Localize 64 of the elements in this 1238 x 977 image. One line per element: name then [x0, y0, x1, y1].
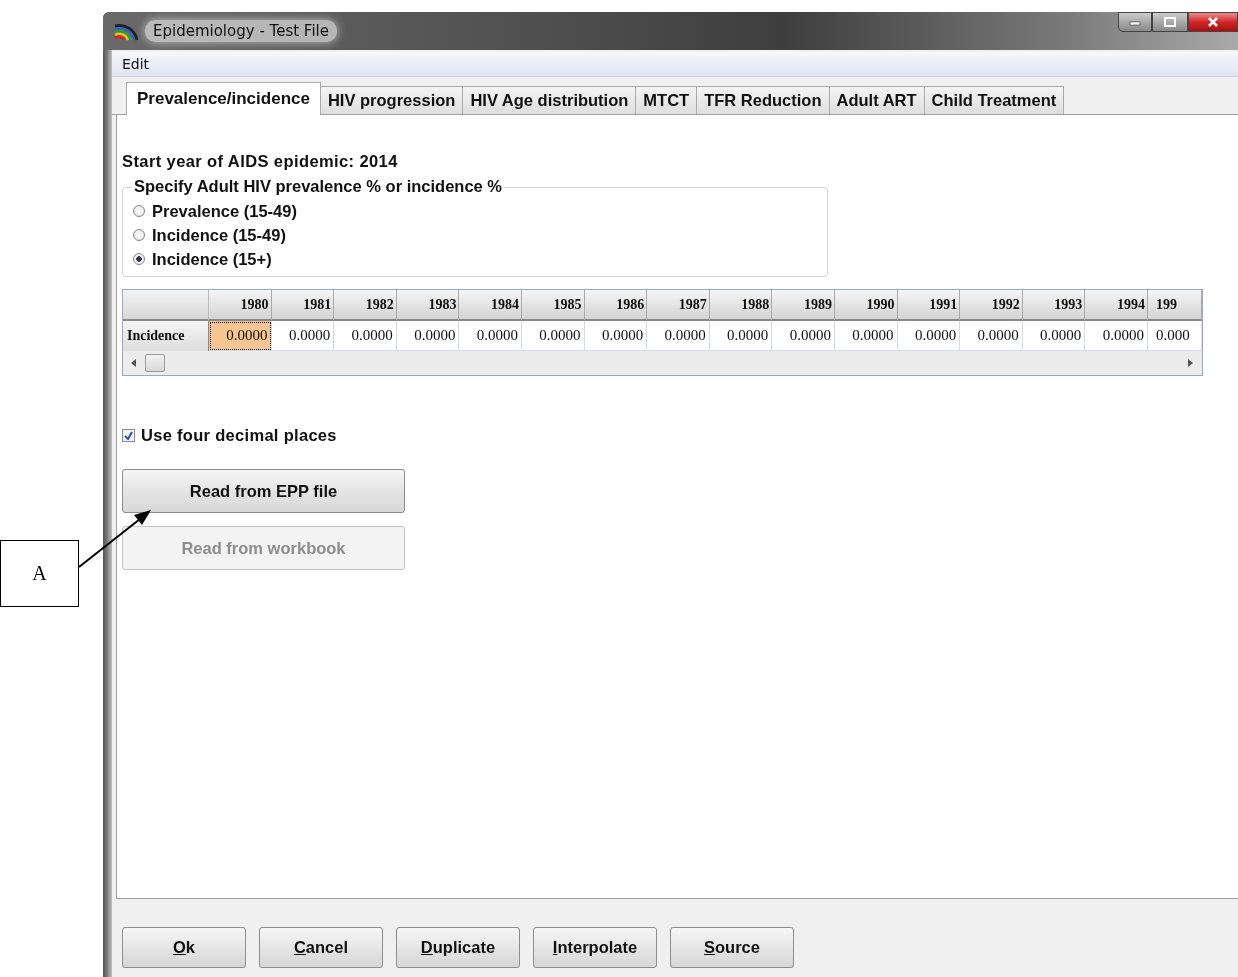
- maximize-button[interactable]: [1152, 12, 1188, 32]
- group-title: Specify Adult HIV prevalence % or incidence %: [132, 177, 504, 196]
- footer-button[interactable]: Ok: [122, 927, 246, 968]
- minimize-icon: [1129, 18, 1141, 26]
- column-header: 1980: [209, 290, 272, 321]
- action-button[interactable]: Read from EPP file: [122, 469, 405, 513]
- column-header: 1982: [334, 290, 397, 321]
- start-year-label: Start year of AIDS epidemic: 2014: [122, 152, 398, 171]
- footer-button[interactable]: Duplicate: [396, 927, 520, 968]
- table-cell[interactable]: 0.0000: [709, 321, 773, 351]
- footer-button[interactable]: Interpolate: [533, 927, 657, 968]
- table-cell[interactable]: 0.0000: [396, 321, 460, 351]
- table-cell[interactable]: 0.0000: [334, 321, 397, 351]
- tab[interactable]: HIV Age distribution: [462, 86, 637, 114]
- table-cell[interactable]: 0.000: [1147, 321, 1202, 351]
- scroll-thumb[interactable]: [145, 354, 165, 372]
- tab[interactable]: HIV progression: [319, 86, 464, 114]
- column-header: 1983: [396, 290, 460, 321]
- column-header: 1990: [834, 290, 898, 321]
- close-button[interactable]: [1188, 12, 1238, 32]
- table-cell[interactable]: 0.0000: [584, 321, 648, 351]
- table-cell[interactable]: 0.0000: [521, 321, 585, 351]
- tab[interactable]: Child Treatment: [923, 86, 1065, 114]
- table-cell[interactable]: 0.0000: [1085, 321, 1148, 351]
- column-header: 1981: [271, 290, 335, 321]
- table-cell[interactable]: 0.0000: [459, 321, 522, 351]
- table-cell[interactable]: 0.0000: [897, 321, 961, 351]
- table-cell[interactable]: 0.0000: [834, 321, 898, 351]
- table-cell[interactable]: 0.0000: [209, 321, 272, 351]
- tab[interactable]: Prevalence/incidence: [126, 82, 321, 115]
- maximize-icon: [1164, 17, 1176, 27]
- row-header: Incidence: [123, 321, 209, 351]
- column-header: 199: [1147, 290, 1202, 321]
- column-header: 1985: [521, 290, 585, 321]
- column-header: 1994: [1085, 290, 1148, 321]
- radio-option[interactable]: Incidence (15-49): [133, 224, 827, 246]
- column-header: 1984: [459, 290, 522, 321]
- radio-option[interactable]: Incidence (15+): [133, 248, 827, 270]
- close-icon: [1207, 17, 1219, 27]
- column-header: 1989: [772, 290, 835, 321]
- radio-option[interactable]: Prevalence (15-49): [133, 200, 827, 222]
- table-cell[interactable]: 0.0000: [1022, 321, 1086, 351]
- window-title: Epidemiology - Test File: [145, 20, 337, 42]
- table-cell[interactable]: 0.0000: [271, 321, 335, 351]
- footer-button[interactable]: Source: [670, 927, 794, 968]
- column-header: 1988: [709, 290, 773, 321]
- callout-box: A: [0, 540, 79, 607]
- column-header: 1986: [584, 290, 648, 321]
- decimal-checkbox[interactable]: Use four decimal places: [122, 426, 337, 445]
- table-cell[interactable]: 0.0000: [960, 321, 1023, 351]
- left-arrow-icon: [131, 359, 137, 367]
- column-header: 1993: [1022, 290, 1086, 321]
- footer-button[interactable]: Cancel: [259, 927, 383, 968]
- tab[interactable]: MTCT: [635, 86, 698, 114]
- tab[interactable]: TFR Reduction: [696, 86, 830, 114]
- column-header: 1987: [647, 290, 710, 321]
- tab[interactable]: Adult ART: [828, 86, 925, 114]
- column-header: 1992: [960, 290, 1023, 321]
- table-cell[interactable]: 0.0000: [647, 321, 710, 351]
- menu-item[interactable]: Edit: [122, 56, 150, 72]
- table-cell[interactable]: 0.0000: [772, 321, 835, 351]
- minimize-button[interactable]: [1118, 12, 1152, 32]
- right-arrow-icon: [1188, 359, 1194, 367]
- column-header: 1991: [897, 290, 961, 321]
